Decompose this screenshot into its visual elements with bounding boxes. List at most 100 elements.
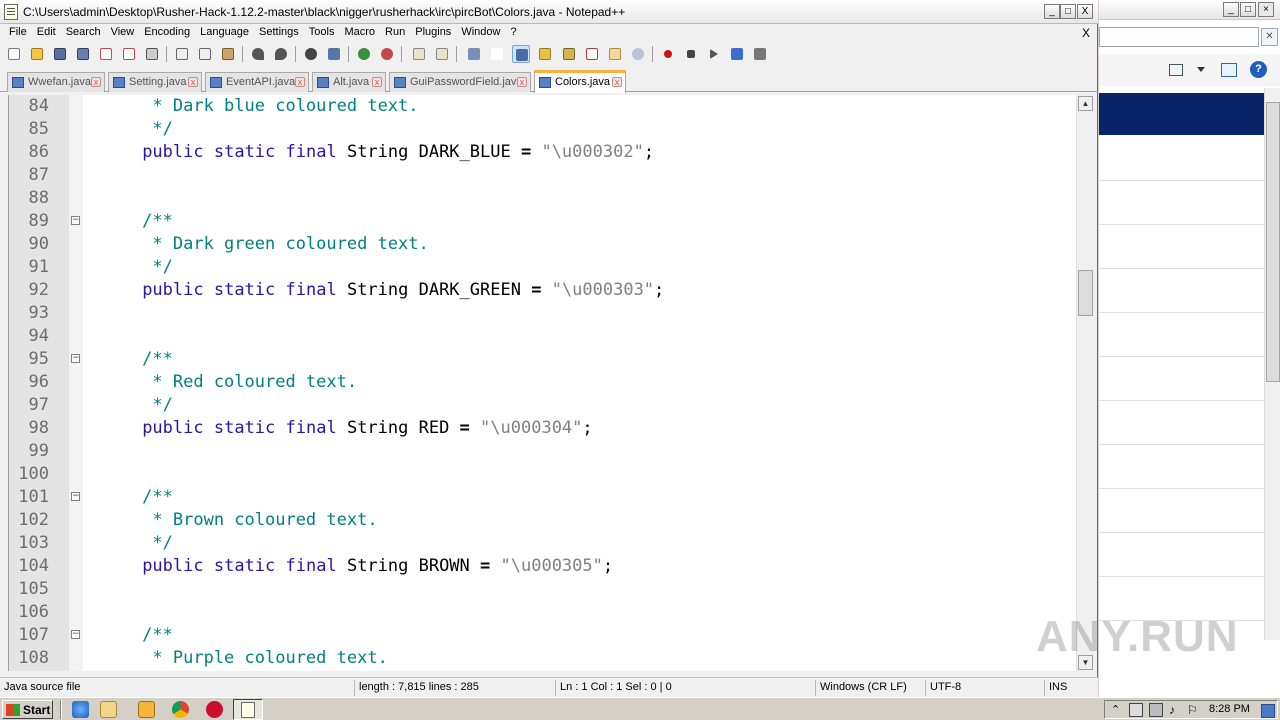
background-window-scrollbar[interactable] <box>1264 88 1280 640</box>
code-line[interactable]: 90 * Dark green coloured text. <box>9 233 1076 256</box>
address-field[interactable] <box>1099 27 1259 47</box>
save-all-icon[interactable] <box>74 45 92 63</box>
run-macro-multiple-icon[interactable] <box>728 45 746 63</box>
open-file-icon[interactable] <box>28 45 46 63</box>
code-line[interactable]: 94 <box>9 325 1076 348</box>
volume-icon[interactable]: ♪ <box>1169 703 1183 717</box>
record-macro-icon[interactable] <box>659 45 677 63</box>
scroll-up-arrow-icon[interactable]: ▲ <box>1078 96 1093 111</box>
tab-wwefan[interactable]: Wwefan.java x <box>7 72 105 92</box>
code-line[interactable]: 87 <box>9 164 1076 187</box>
monitoring-icon[interactable] <box>629 45 647 63</box>
close-document-button[interactable]: X <box>1082 26 1090 40</box>
opera-icon[interactable] <box>206 701 223 718</box>
play-macro-icon[interactable] <box>705 45 723 63</box>
menu-settings[interactable]: Settings <box>254 24 304 42</box>
print-icon[interactable] <box>143 45 161 63</box>
notepad-taskbar-button[interactable] <box>233 699 263 720</box>
sync-vertical-icon[interactable] <box>410 45 428 63</box>
paste-icon[interactable] <box>219 45 237 63</box>
menu-file[interactable]: File <box>0 24 32 42</box>
editor-vertical-scrollbar[interactable]: ▲ ▼ <box>1076 95 1093 671</box>
zoom-out-icon[interactable] <box>378 45 396 63</box>
cut-icon[interactable] <box>173 45 191 63</box>
clear-address-icon[interactable]: ✕ <box>1261 28 1278 46</box>
menu-run[interactable]: Run <box>380 24 410 42</box>
code-line[interactable]: 85 */ <box>9 118 1076 141</box>
scrollbar-thumb[interactable] <box>1078 270 1093 316</box>
close-all-icon[interactable] <box>120 45 138 63</box>
code-editor[interactable]: 84 * Dark blue coloured text. 85 */86 pub… <box>8 95 1076 671</box>
bg-restore-button[interactable]: □ <box>1240 2 1256 17</box>
code-line[interactable]: 89 − /** <box>9 210 1076 233</box>
stop-macro-icon[interactable] <box>682 45 700 63</box>
sync-horizontal-icon[interactable] <box>433 45 451 63</box>
view-options-icon[interactable] <box>1169 64 1183 76</box>
function-list-icon[interactable] <box>583 45 601 63</box>
code-line[interactable]: 100 <box>9 463 1076 486</box>
code-line[interactable]: 103 */ <box>9 532 1076 555</box>
help-icon[interactable]: ? <box>1250 61 1267 78</box>
show-all-characters-icon[interactable] <box>488 45 506 63</box>
code-line[interactable]: 99 <box>9 440 1076 463</box>
menu-view[interactable]: View <box>106 24 140 42</box>
code-line[interactable]: 102 * Brown coloured text. <box>9 509 1076 532</box>
code-line[interactable]: 101 − /** <box>9 486 1076 509</box>
code-line[interactable]: 97 */ <box>9 394 1076 417</box>
tab-close-icon[interactable]: x <box>188 77 198 87</box>
menu-edit[interactable]: Edit <box>32 24 61 42</box>
maximize-button[interactable]: □ <box>1060 4 1076 19</box>
redo-icon[interactable] <box>272 45 290 63</box>
document-map-icon[interactable] <box>560 45 578 63</box>
code-line[interactable]: 104 public static final String BROWN = "… <box>9 555 1076 578</box>
flag-icon[interactable]: ⚐ <box>1187 703 1201 717</box>
menu-help[interactable]: ? <box>505 24 521 42</box>
chrome-icon[interactable] <box>172 701 189 718</box>
indent-guide-icon[interactable] <box>512 45 530 63</box>
internet-explorer-icon[interactable] <box>72 701 89 718</box>
copy-icon[interactable] <box>196 45 214 63</box>
menu-language[interactable]: Language <box>195 24 254 42</box>
new-file-icon[interactable] <box>5 45 23 63</box>
code-line[interactable]: 108 * Purple coloured text. <box>9 647 1076 670</box>
notepad-app-icon[interactable] <box>4 4 18 20</box>
background-scrollbar-thumb[interactable] <box>1266 102 1280 382</box>
code-line[interactable]: 93 <box>9 302 1076 325</box>
menu-macro[interactable]: Macro <box>339 24 380 42</box>
replace-icon[interactable] <box>325 45 343 63</box>
explorer-folder-icon[interactable] <box>100 701 117 718</box>
zoom-in-icon[interactable] <box>355 45 373 63</box>
start-button[interactable]: Start <box>2 700 53 719</box>
save-icon[interactable] <box>51 45 69 63</box>
tab-close-icon[interactable]: x <box>517 77 527 87</box>
code-line[interactable]: 98 public static final String RED = "\u0… <box>9 417 1076 440</box>
code-line[interactable]: 106 <box>9 601 1076 624</box>
network-icon[interactable] <box>1149 703 1163 717</box>
fold-toggle-icon[interactable]: − <box>71 630 80 639</box>
find-icon[interactable] <box>302 45 320 63</box>
code-line[interactable]: 95 − /** <box>9 348 1076 371</box>
fold-toggle-icon[interactable]: − <box>71 492 80 501</box>
show-hidden-icons-icon[interactable]: ⌃ <box>1111 703 1125 717</box>
close-button[interactable]: X <box>1077 4 1093 19</box>
title-bar[interactable]: C:\Users\admin\Desktop\Rusher-Hack-1.12.… <box>0 0 1098 24</box>
code-line[interactable]: 107 − /** <box>9 624 1076 647</box>
menu-plugins[interactable]: Plugins <box>410 24 456 42</box>
undo-icon[interactable] <box>249 45 267 63</box>
chevron-down-icon[interactable] <box>1197 67 1205 72</box>
code-line[interactable]: 91 */ <box>9 256 1076 279</box>
tab-alt[interactable]: Alt.java x <box>312 72 386 92</box>
user-language-icon[interactable] <box>536 45 554 63</box>
code-line[interactable]: 84 * Dark blue coloured text. <box>9 95 1076 118</box>
code-line[interactable]: 86 public static final String DARK_BLUE … <box>9 141 1076 164</box>
code-line[interactable]: 88 <box>9 187 1076 210</box>
selected-list-item[interactable] <box>1099 93 1265 135</box>
show-desktop-icon[interactable] <box>1261 704 1275 718</box>
tab-close-icon[interactable]: x <box>91 77 101 87</box>
fold-toggle-icon[interactable]: − <box>71 354 80 363</box>
close-file-icon[interactable] <box>97 45 115 63</box>
media-player-icon[interactable] <box>138 701 155 718</box>
tab-setting[interactable]: Setting.java x <box>108 72 202 92</box>
tab-guipasswordfield[interactable]: GuiPasswordField.java x <box>389 72 531 92</box>
save-macro-icon[interactable] <box>751 45 769 63</box>
